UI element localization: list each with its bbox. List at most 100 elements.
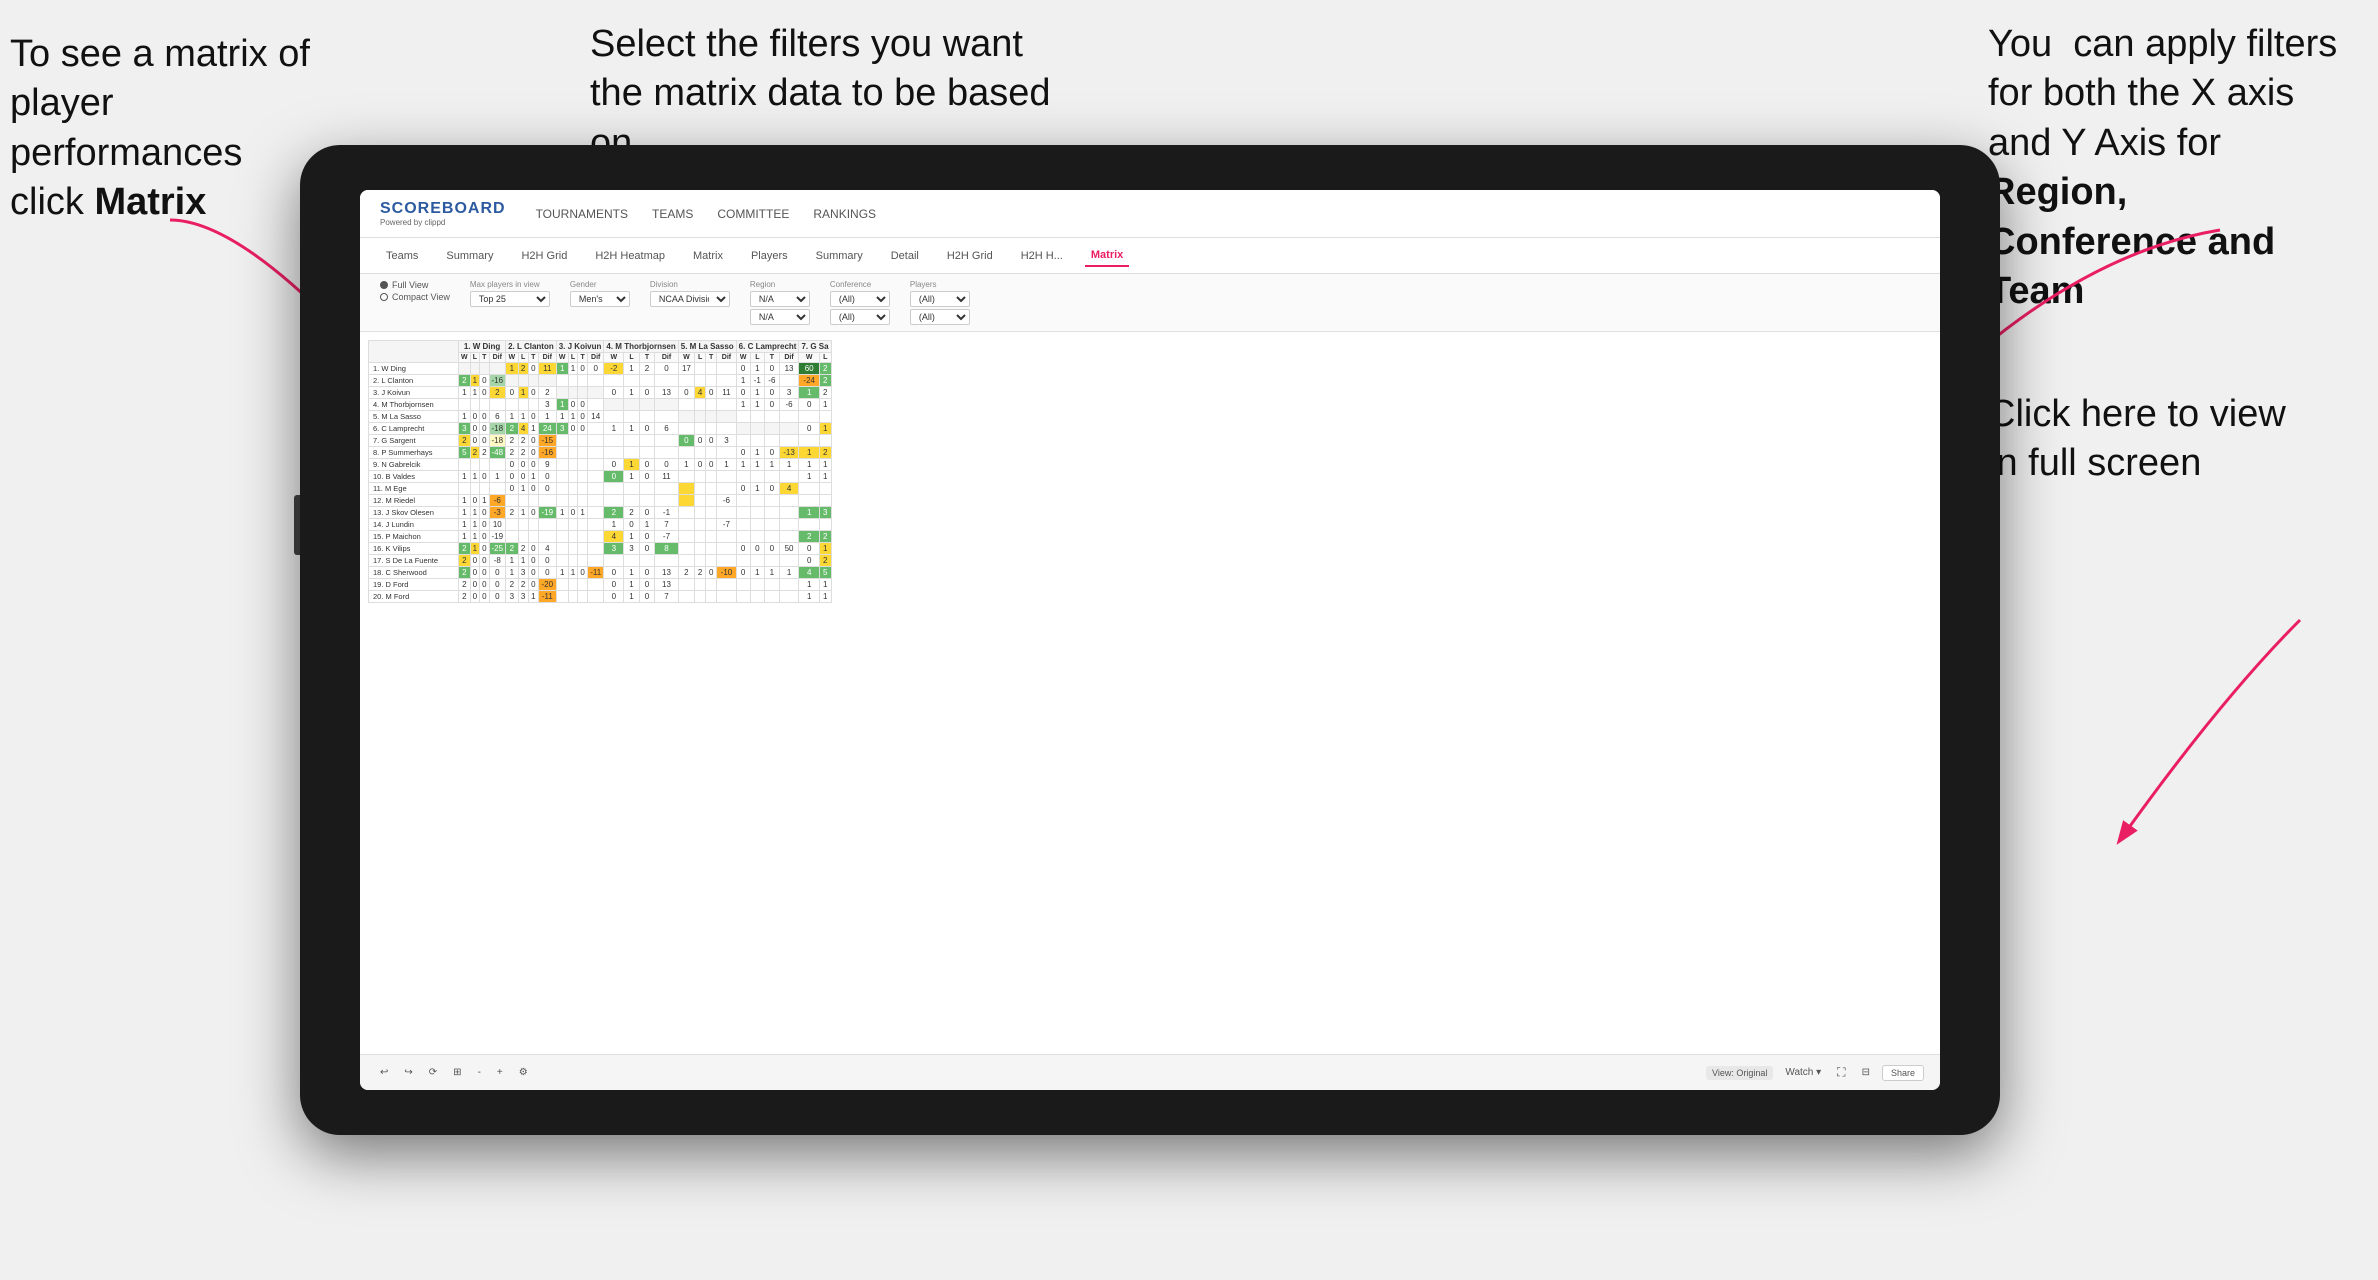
table-row: 19. D Ford 2000 220-20 01013 11: [369, 579, 832, 591]
watch-button[interactable]: Watch ▾: [1781, 1065, 1825, 1080]
table-row: 16. K Vilips 210-25 2204 3308 00050 01: [369, 543, 832, 555]
sub-dif1: Dif: [489, 353, 506, 363]
table-row: 3. J Koivun 1102 0102 01013 04011 0103 1…: [369, 387, 832, 399]
col-header-lclanton: 2. L Clanton: [506, 341, 557, 353]
max-players-select[interactable]: Top 25: [470, 291, 550, 307]
tab-detail[interactable]: Detail: [885, 246, 925, 266]
tab-h2h-h[interactable]: H2H H...: [1015, 246, 1069, 266]
ann-left-bold: Matrix: [94, 181, 206, 223]
tab-players-summary[interactable]: Summary: [810, 246, 869, 266]
tab-players[interactable]: Players: [745, 246, 794, 266]
matrix-table: 1. W Ding 2. L Clanton 3. J Koivun 4. M …: [368, 340, 832, 603]
sub-dif3: Dif: [588, 353, 604, 363]
tab-h2h-grid[interactable]: H2H Grid: [515, 246, 573, 266]
players-select-1[interactable]: (All): [910, 291, 970, 307]
share-button[interactable]: Share: [1882, 1065, 1924, 1081]
full-view-radio: [380, 281, 388, 289]
conference-select-1[interactable]: (All): [830, 291, 890, 307]
annotation-left: To see a matrix of player performances c…: [10, 30, 330, 228]
tab-h2h-heatmap[interactable]: H2H Heatmap: [589, 246, 671, 266]
player-name: 9. N Gabrelcik: [369, 459, 459, 471]
annotation-bottom-right: Click here to view in full screen: [1988, 390, 2348, 489]
player-name: 7. G Sargent: [369, 435, 459, 447]
sub-dif6: Dif: [779, 353, 799, 363]
table-row: 15. P Maichon 110-19 410-7 22: [369, 531, 832, 543]
table-row: 4. M Thorbjornsen 3 100 110-6 01: [369, 399, 832, 411]
tab-matrix[interactable]: Matrix: [687, 246, 729, 266]
col-header-player: [369, 341, 459, 363]
grid-view-button[interactable]: ⊟: [1858, 1065, 1874, 1080]
sub-w1: W: [459, 353, 471, 363]
undo-button[interactable]: ↩: [376, 1065, 392, 1080]
logo-sub: Powered by clippd: [380, 218, 506, 227]
region-select-1[interactable]: N/A: [750, 291, 810, 307]
nav-rankings[interactable]: RANKINGS: [813, 203, 876, 225]
sub-w5: W: [678, 353, 694, 363]
table-row: 8. P Summerhays 522-48 220-16 010-13 12: [369, 447, 832, 459]
player-name: 5. M La Sasso: [369, 411, 459, 423]
col-header-jkoivun: 3. J Koivun: [556, 341, 604, 353]
table-row: 17. S De La Fuente 200-8 1100 02: [369, 555, 832, 567]
player-name: 19. D Ford: [369, 579, 459, 591]
logo-text: SCOREBOARD: [380, 200, 506, 218]
sub-dif4: Dif: [655, 353, 679, 363]
zoom-out-button[interactable]: -: [474, 1065, 485, 1080]
filter-players: Players (All) (All): [910, 280, 970, 325]
gender-select[interactable]: Men's: [570, 291, 630, 307]
player-name: 14. J Lundin: [369, 519, 459, 531]
fullscreen-button[interactable]: ⛶: [1833, 1063, 1849, 1082]
settings-button[interactable]: ⚙: [515, 1065, 532, 1080]
layout-button[interactable]: ⊞: [449, 1065, 465, 1080]
max-players-label: Max players in view: [470, 280, 550, 289]
compact-view-radio: [380, 293, 388, 301]
table-row: 1. W Ding 12011 1100 -2120 17 01013 602: [369, 363, 832, 375]
col-header-gsa: 7. G Sa: [799, 341, 831, 353]
nav-teams[interactable]: TEAMS: [652, 203, 693, 225]
tab-h2h-grid-2[interactable]: H2H Grid: [941, 246, 999, 266]
matrix-container: 1. W Ding 2. L Clanton 3. J Koivun 4. M …: [360, 332, 1940, 1054]
sub-w4: W: [604, 353, 624, 363]
player-name: 11. M Ege: [369, 483, 459, 495]
gender-label: Gender: [570, 280, 630, 289]
refresh-button[interactable]: ⟳: [425, 1065, 441, 1080]
redo-button[interactable]: ↪: [400, 1065, 416, 1080]
table-row: 2. L Clanton 210-16 1-1-6 -242: [369, 375, 832, 387]
division-label: Division: [650, 280, 730, 289]
filter-max-players: Max players in view Top 25: [470, 280, 550, 307]
zoom-in-button[interactable]: +: [493, 1065, 507, 1080]
region-select-2[interactable]: N/A: [750, 309, 810, 325]
players-select-2[interactable]: (All): [910, 309, 970, 325]
conference-select-2[interactable]: (All): [830, 309, 890, 325]
player-name: 1. W Ding: [369, 363, 459, 375]
filter-gender: Gender Men's: [570, 280, 630, 307]
sub-t3: T: [578, 353, 588, 363]
sub-t4: T: [639, 353, 654, 363]
tablet-screen: SCOREBOARD Powered by clippd TOURNAMENTS…: [360, 190, 1940, 1090]
player-name: 17. S De La Fuente: [369, 555, 459, 567]
player-name: 6. C Lamprecht: [369, 423, 459, 435]
player-name: 18. C Sherwood: [369, 567, 459, 579]
compact-view-option[interactable]: Compact View: [380, 292, 450, 302]
tab-summary[interactable]: Summary: [440, 246, 499, 266]
arrow-bottom-right: [2020, 600, 2320, 900]
table-row: 9. N Gabrelcik 0009 0100 1001 1111 11: [369, 459, 832, 471]
col-header-mthorb: 4. M Thorbjornsen: [604, 341, 678, 353]
view-label: View: Original: [1706, 1066, 1773, 1080]
nav-committee[interactable]: COMMITTEE: [717, 203, 789, 225]
division-select[interactable]: NCAA Division I: [650, 291, 730, 307]
player-name: 2. L Clanton: [369, 375, 459, 387]
player-name: 3. J Koivun: [369, 387, 459, 399]
tablet: SCOREBOARD Powered by clippd TOURNAMENTS…: [300, 145, 2000, 1135]
full-view-option[interactable]: Full View: [380, 280, 450, 290]
nav-tournaments[interactable]: TOURNAMENTS: [536, 203, 628, 225]
region-label: Region: [750, 280, 810, 289]
tab-matrix-active[interactable]: Matrix: [1085, 245, 1129, 267]
ann-left-line3: click: [10, 181, 94, 223]
sub-l5: L: [695, 353, 706, 363]
tablet-side-button: [294, 495, 300, 555]
sub-w6: W: [736, 353, 750, 363]
tab-teams[interactable]: Teams: [380, 246, 424, 266]
table-row: 6. C Lamprecht 300-18 24124 300 1106 01: [369, 423, 832, 435]
sub-w7: W: [799, 353, 819, 363]
table-row: 18. C Sherwood 2000 1300 110-11 01013 22…: [369, 567, 832, 579]
